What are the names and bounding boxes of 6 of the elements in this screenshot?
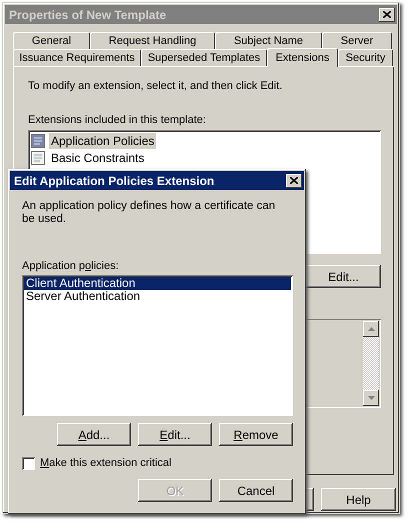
instructions-text: To modify an extension, select it, and then click Edit. — [28, 80, 284, 92]
extensions-label: Extensions included in this template: — [28, 114, 207, 126]
dialog-title: Edit Application Policies Extension — [14, 174, 214, 188]
window-title: Properties of New Template — [9, 8, 166, 22]
description-text: An application policy defines how a certificate can be used. — [22, 200, 276, 226]
policies-label: Application policies: — [22, 260, 120, 272]
